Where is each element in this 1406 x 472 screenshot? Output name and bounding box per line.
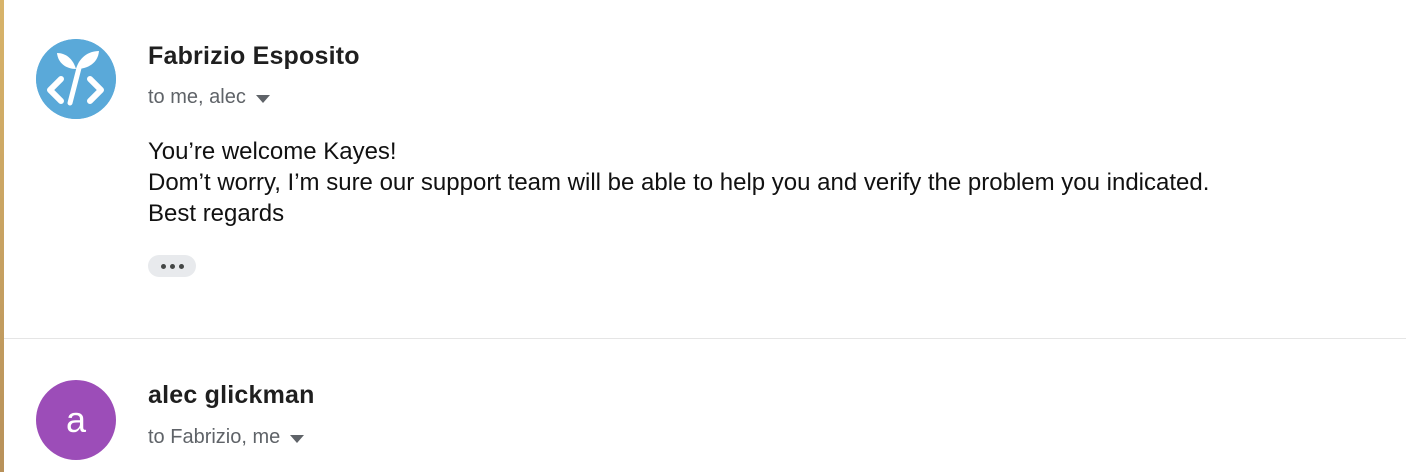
fabrizio-avatar[interactable]: [36, 39, 116, 119]
more-horizontal-icon: [169, 263, 175, 269]
recipient-details-button[interactable]: to me, alec: [148, 86, 270, 109]
message-body-line: Dom’t worry, I’m sure our support team w…: [148, 169, 1210, 196]
message-body: You’re welcome Kayes! Dom’t worry, I’m s…: [148, 136, 1398, 229]
developer-code-sprout-logo-icon: [36, 39, 116, 119]
more-horizontal-icon: [178, 263, 184, 269]
alec-avatar[interactable]: a: [36, 380, 116, 460]
sender-name: Fabrizio Esposito: [148, 42, 360, 70]
recipient-list: to me, alec: [148, 86, 246, 108]
email-message-fabrizio[interactable]: Fabrizio Esposito to me, alec You’re wel…: [4, 0, 1406, 338]
recipient-details-button[interactable]: to Fabrizio, me: [148, 426, 305, 449]
show-trimmed-content-button[interactable]: [148, 255, 196, 277]
recipient-list: to Fabrizio, me: [148, 426, 281, 448]
avatar-letter: a: [65, 399, 87, 440]
dropdown-caret-icon[interactable]: [255, 94, 270, 103]
message-body-line: You’re welcome Kayes!: [148, 138, 397, 165]
sender-name: alec glickman: [148, 381, 315, 409]
message-body-line: Best regards: [148, 200, 285, 227]
more-horizontal-icon: [160, 263, 166, 269]
email-message-alec[interactable]: a alec glickman to Fabrizio, me: [4, 339, 1406, 472]
dropdown-caret-icon[interactable]: [290, 434, 305, 443]
